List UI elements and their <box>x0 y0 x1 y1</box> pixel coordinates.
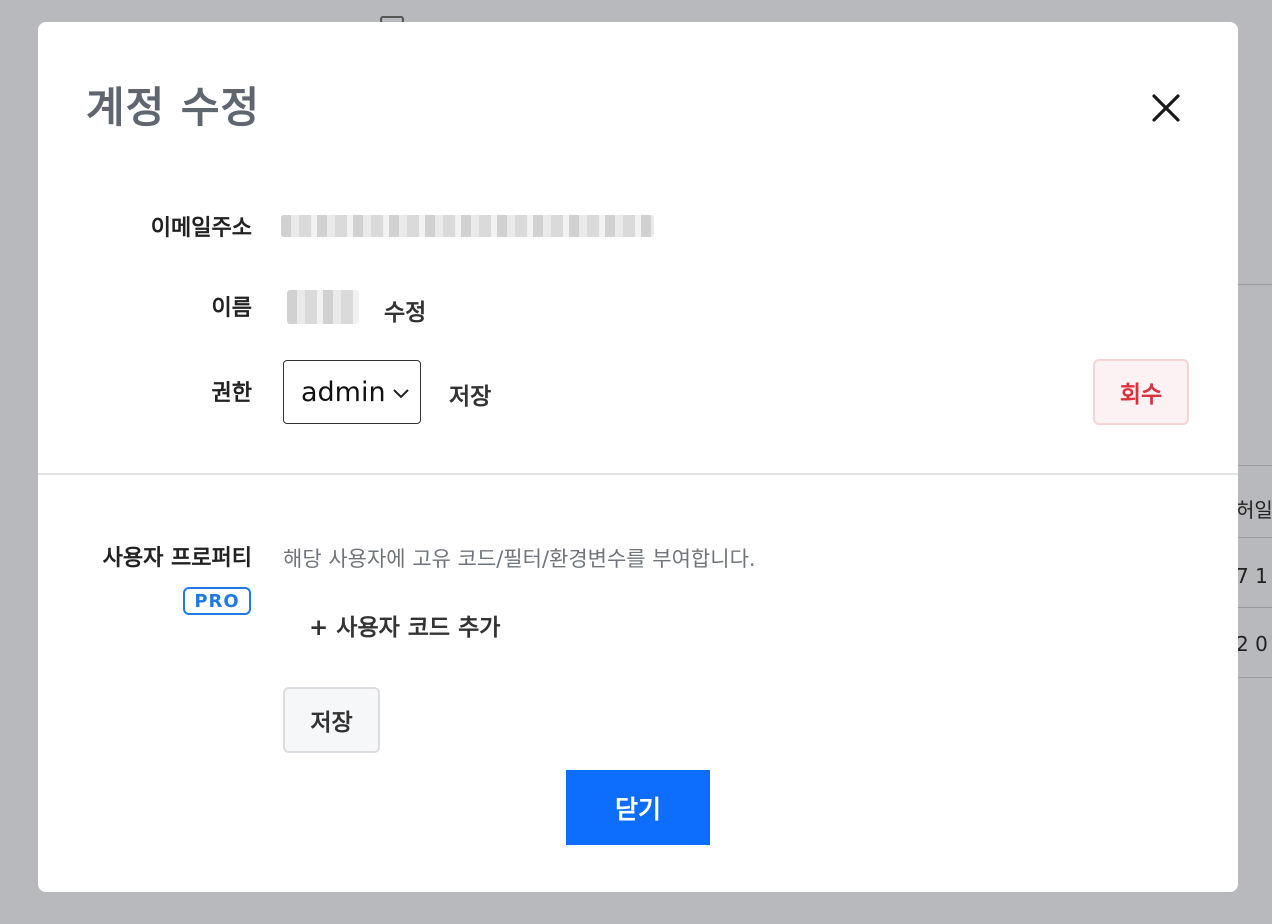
edit-name-button[interactable]: 수정 <box>384 293 426 327</box>
add-user-code-button[interactable]: + 사용자 코드 추가 <box>309 608 500 642</box>
background-divider <box>1238 677 1272 678</box>
role-select-value: admin <box>301 376 386 408</box>
close-icon[interactable] <box>1146 88 1186 128</box>
role-label: 권한 <box>211 381 252 406</box>
modal-title: 계정 수정 <box>86 83 261 132</box>
background-divider <box>1238 465 1272 466</box>
email-value-redacted <box>281 215 654 237</box>
pro-badge: PRO <box>183 587 251 615</box>
role-select[interactable]: admin <box>283 360 421 424</box>
name-label: 이름 <box>211 296 252 321</box>
background-column-header: 허일시 <box>1236 498 1272 522</box>
email-label: 이메일주소 <box>150 216 252 241</box>
background-divider <box>1238 284 1272 285</box>
save-role-button[interactable]: 저장 <box>449 377 491 411</box>
background-cell: 7 1 <box>1236 564 1268 588</box>
background-cell: 2 0 <box>1236 632 1268 656</box>
edit-account-modal: 계정 수정 이메일주소 이름 수정 권한 admin 저장 회수 사용자 프로퍼… <box>38 22 1238 892</box>
save-properties-button[interactable]: 저장 <box>283 687 380 753</box>
background-divider <box>1238 537 1272 538</box>
section-divider <box>38 473 1238 475</box>
background-divider <box>1238 607 1272 608</box>
user-properties-description: 해당 사용자에 고유 코드/필터/환경변수를 부여합니다. <box>283 547 756 571</box>
close-button[interactable]: 닫기 <box>566 770 710 845</box>
name-value-redacted <box>287 290 359 324</box>
user-properties-label: 사용자 프로퍼티 <box>102 546 252 571</box>
chevron-down-icon <box>392 385 410 404</box>
revoke-button[interactable]: 회수 <box>1093 359 1189 425</box>
